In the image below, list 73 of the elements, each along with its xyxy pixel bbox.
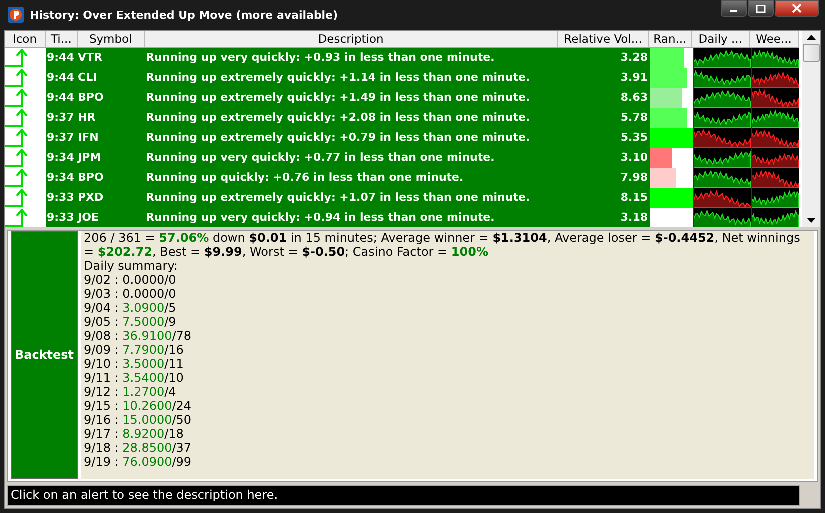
table-cell: 9:33 — [46, 208, 78, 227]
daily-summary-line: 9/03 : 0.0000/0 — [84, 287, 178, 301]
table-cell: 3.10 — [559, 148, 650, 168]
daily-summary-line: 9/09 : 7.7900/16 — [84, 343, 185, 357]
scroll-down-icon — [806, 218, 816, 223]
table-cell: 9:34 — [46, 148, 78, 168]
daily-summary-line: 9/02 : 0.0000/0 — [84, 273, 178, 287]
table-cell: HR — [78, 108, 145, 128]
column-header[interactable]: Icon — [5, 31, 46, 47]
table-cell: 8.15 — [559, 188, 650, 208]
table-cell: CLI — [78, 68, 145, 88]
daily-summary-line: 9/15 : 10.2600/24 — [84, 399, 193, 413]
table-cell: BPO — [78, 168, 145, 188]
daily-summary-line: 9/18 : 28.8500/37 — [84, 441, 193, 455]
column-header[interactable]: Daily ... — [692, 31, 750, 47]
scroll-up-icon — [806, 35, 816, 40]
table-cell: Running up extremely quickly: +1.07 in less than one minute. — [145, 188, 559, 208]
table-cell: BPO — [78, 88, 145, 108]
table-cell: Running up quickly: +0.76 in less than one minute. — [145, 168, 559, 188]
table-cell: 8.63 — [559, 88, 650, 108]
maximize-button[interactable] — [748, 0, 774, 17]
table-cell: Running up very quickly: +0.94 in less than one minute. — [145, 208, 559, 227]
table-cell: Running up extremely quickly: +2.08 in less than one minute. — [145, 108, 559, 128]
table-cell: VTR — [78, 48, 145, 68]
daily-summary-line: 9/19 : 76.0900/99 — [84, 455, 193, 469]
daily-summary-heading: Daily summary: — [84, 259, 179, 273]
table-cell: 9:37 — [46, 108, 78, 128]
table-cell: Running up extremely quickly: +1.14 in less than one minute. — [145, 68, 559, 88]
close-button[interactable] — [775, 0, 819, 17]
daily-summary-line: 9/16 : 15.0000/50 — [84, 413, 193, 427]
close-icon — [792, 4, 802, 13]
scroll-thumb[interactable] — [802, 44, 820, 62]
window-title: History: Over Extended Up Move (more available) — [30, 8, 340, 22]
table-cell: PXD — [78, 188, 145, 208]
table-cell: Running up extremely quickly: +0.79 in less than one minute. — [145, 128, 559, 148]
backtest-summary: 206 / 361 = 57.06% down $0.01 in 15 minutes; Average winner = $1.3104, Average loser = $-0.4452, Net winnings = $202.72, Best = $9.99, Worst = $-0.50; Casino Factor = 100% — [84, 231, 802, 259]
column-header[interactable]: Symbol — [78, 31, 145, 47]
minimize-button[interactable] — [721, 0, 747, 17]
column-header[interactable]: Wee... — [750, 31, 800, 47]
table-cell: Running up extremely quickly: +1.49 in less than one minute. — [145, 88, 559, 108]
table-cell: 9:33 — [46, 188, 78, 208]
daily-summary-line: 9/04 : 3.0900/5 — [84, 301, 178, 315]
daily-summary-line: 9/12 : 1.2700/4 — [84, 385, 178, 399]
table-cell: 9:37 — [46, 128, 78, 148]
app-icon — [8, 7, 24, 23]
scrollbar[interactable] — [802, 31, 820, 227]
daily-summary-line: 9/05 : 7.5000/9 — [84, 315, 178, 329]
column-header[interactable]: Ti... — [46, 31, 78, 47]
table-cell: 9:44 — [46, 68, 78, 88]
table-cell: 3.91 — [559, 68, 650, 88]
daily-summary-line: 9/11 : 3.5400/10 — [84, 371, 185, 385]
table-cell: 9:34 — [46, 168, 78, 188]
column-header[interactable]: Ran... — [649, 31, 692, 47]
daily-summary-line: 9/10 : 3.5000/11 — [84, 357, 185, 371]
table-cell: 5.35 — [559, 128, 650, 148]
table-cell: 9:44 — [46, 88, 78, 108]
table-cell: JOE — [78, 208, 145, 227]
table-cell: Running up very quickly: +0.77 in less than one minute. — [145, 148, 559, 168]
table-cell: IFN — [78, 128, 145, 148]
column-header[interactable]: Relative Vol... — [558, 31, 650, 47]
table-cell: 9:44 — [46, 48, 78, 68]
daily-summary-line: 9/08 : 36.9100/78 — [84, 329, 193, 343]
table-cell: 5.78 — [559, 108, 650, 128]
table-cell: 3.28 — [559, 48, 650, 68]
table-cell: 3.18 — [559, 208, 650, 227]
daily-summary-line: 9/17 : 8.9200/18 — [84, 427, 185, 441]
status-bar: Click on an alert to see the description here. — [7, 485, 800, 506]
backtest-button[interactable]: Backtest — [11, 231, 78, 479]
table-cell: 7.98 — [559, 168, 650, 188]
table-cell: Running up very quickly: +0.93 in less than one minute. — [145, 48, 559, 68]
maximize-icon — [756, 4, 766, 12]
column-header[interactable]: Description — [144, 31, 558, 47]
table-cell: JPM — [78, 148, 145, 168]
